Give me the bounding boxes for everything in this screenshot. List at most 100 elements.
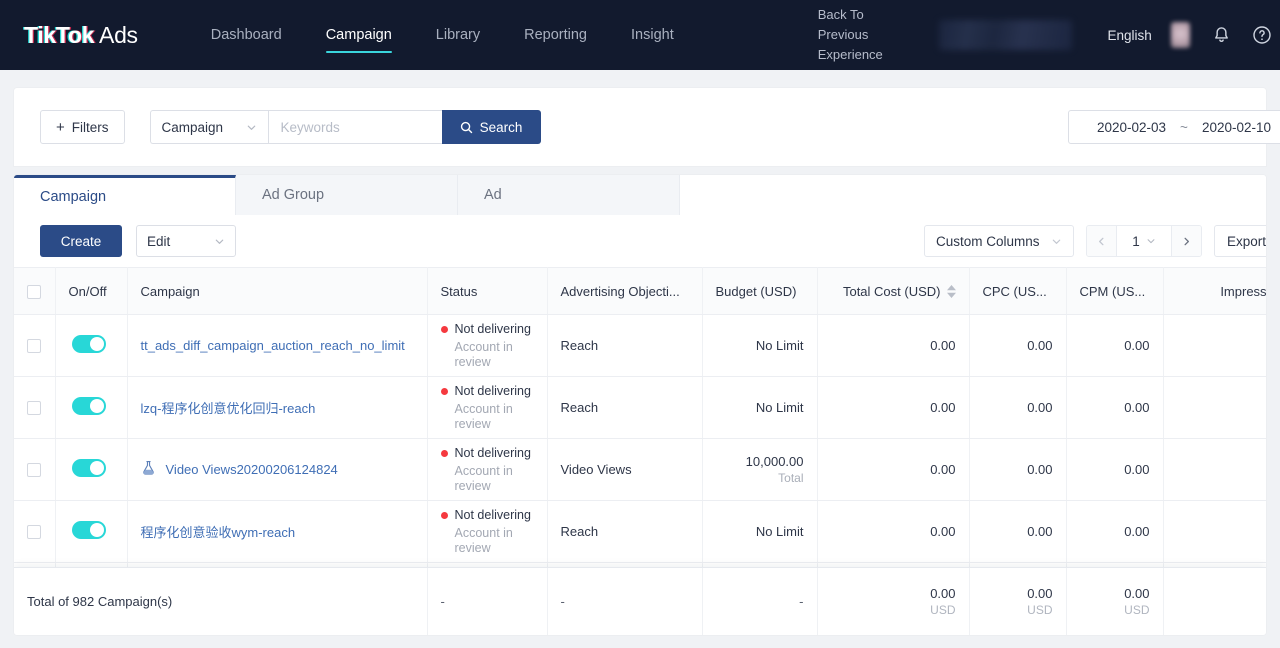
primary-nav: Dashboard Campaign Library Reporting Ins… [189, 0, 696, 70]
page-number-value: 1 [1132, 233, 1140, 249]
header-status: Status [427, 267, 548, 315]
nav-label-dashboard: Dashboard [210, 27, 282, 43]
header-status-label: Status [440, 283, 478, 299]
campaign-toggle[interactable] [71, 459, 106, 477]
filters-button[interactable]: + Filters [40, 110, 125, 144]
campaign-toggle[interactable] [71, 335, 106, 353]
campaign-name-link[interactable]: Video Views20200206124824 [166, 462, 338, 477]
custom-columns-label: Custom Columns [936, 233, 1040, 249]
row-budget-cell: 10,000.00 Total [702, 438, 818, 501]
chevron-left-icon[interactable] [1087, 226, 1117, 256]
header-total-cost[interactable]: Total Cost (USD) [817, 267, 970, 315]
table-row[interactable]: tt_ads_diff_campaign_auction_reach_no_li… [14, 314, 1266, 377]
edit-dropdown[interactable]: Edit [136, 225, 236, 257]
status-dot-icon [440, 387, 448, 395]
row-checkbox[interactable] [27, 463, 42, 478]
row-cpm-cell: 0.00 [1066, 314, 1164, 377]
campaign-toggle[interactable] [71, 397, 106, 415]
entity-tabs: Campaign Ad Group Ad [14, 175, 1266, 215]
account-selector[interactable] [938, 20, 1073, 50]
row-cpc-cell: 0.00 [969, 314, 1067, 377]
search-type-value: Campaign [161, 119, 224, 135]
row-select-cell[interactable] [14, 314, 56, 377]
row-impressions-cell: 0 [1163, 438, 1266, 501]
table-toolbar-right: Custom Columns 1 Export [924, 215, 1266, 267]
header-impressions-label: Impressio... [1220, 283, 1266, 299]
tab-campaign-label: Campaign [40, 188, 107, 205]
search-type-select[interactable]: Campaign [149, 110, 268, 144]
table-row[interactable]: Video Views20200206124824 Not delivering… [14, 438, 1266, 501]
create-button[interactable]: Create [40, 225, 122, 257]
header-impressions[interactable]: Impressio... [1163, 267, 1266, 315]
date-range-separator: ~ [1180, 119, 1188, 135]
campaign-name-link[interactable]: tt_ads_diff_campaign_auction_reach_no_li… [141, 338, 405, 353]
row-select-cell[interactable] [14, 376, 56, 439]
totals-impressions: 0 [1163, 568, 1266, 635]
tab-ad[interactable]: Ad [458, 175, 680, 215]
status-text: Not delivering [454, 383, 531, 398]
status-text: Not delivering [454, 445, 531, 460]
search-input[interactable] [267, 110, 442, 144]
totals-status-value: - [440, 594, 445, 609]
row-objective-cell: Reach [547, 376, 703, 439]
campaign-name-link[interactable]: 程序化创意验收wym-reach [141, 522, 296, 541]
totals-total-cost-value: 0.00 [930, 586, 956, 601]
totals-status: - [427, 568, 548, 635]
row-onoff-cell[interactable] [55, 376, 128, 439]
chevron-right-icon[interactable] [1171, 226, 1201, 256]
row-onoff-cell[interactable] [55, 438, 128, 501]
totals-objective: - [547, 568, 703, 635]
row-total-cost-cell: 0.00 [817, 438, 970, 501]
back-to-previous-experience-link[interactable]: Back To Previous Experience [818, 5, 898, 65]
export-button[interactable]: Export [1214, 225, 1266, 257]
row-cpm-cell: 0.00 [1066, 500, 1164, 563]
page-number-select[interactable]: 1 [1117, 226, 1171, 256]
date-range-picker[interactable]: 2020-02-03 ~ 2020-02-10 [1068, 110, 1280, 144]
row-checkbox[interactable] [27, 401, 42, 416]
search-button[interactable]: Search [441, 110, 541, 144]
row-onoff-cell[interactable] [55, 500, 128, 563]
language-selector[interactable]: English [1107, 28, 1151, 43]
campaign-table-wrapper: On/Off Campaign Status Advertising Objec… [14, 267, 1266, 635]
row-objective-cell: Video Views [547, 438, 703, 501]
totals-cpm-unit: USD [1124, 603, 1150, 617]
sort-icon-total-cost[interactable] [946, 284, 956, 298]
select-all-checkbox[interactable] [27, 284, 41, 299]
row-checkbox[interactable] [27, 339, 42, 354]
campaign-name-link[interactable]: lzq-程序化创意优化回归-reach [141, 398, 316, 417]
row-status-cell: Not delivering Account in review [427, 314, 548, 377]
row-status-cell: Not delivering Account in review [427, 500, 548, 563]
tab-campaign[interactable]: Campaign [14, 175, 236, 215]
header-onoff-label: On/Off [68, 283, 107, 299]
row-select-cell[interactable] [14, 438, 56, 501]
nav-label-insight: Insight [631, 27, 674, 43]
top-navigation-bar: TikTok Ads Dashboard Campaign Library Re… [0, 0, 1280, 70]
nav-item-campaign[interactable]: Campaign [304, 0, 414, 70]
table-row[interactable]: 程序化创意验收wym-reach Not delivering Account … [14, 500, 1266, 563]
table-totals-bar: Total of 982 Campaign(s) - - - 0.00 USD … [14, 567, 1266, 635]
row-status-cell: Not delivering Account in review [427, 376, 548, 439]
tab-ad-group[interactable]: Ad Group [236, 175, 458, 215]
header-select-all[interactable] [14, 267, 56, 315]
nav-item-reporting[interactable]: Reporting [502, 0, 609, 70]
nav-item-dashboard[interactable]: Dashboard [189, 0, 304, 70]
row-checkbox[interactable] [27, 525, 42, 540]
row-objective-cell: Reach [547, 500, 703, 563]
header-cpm: CPM (US... [1066, 267, 1164, 315]
bell-icon[interactable] [1212, 25, 1231, 45]
tab-strip-filler [680, 175, 1266, 215]
nav-item-insight[interactable]: Insight [609, 0, 696, 70]
chevron-down-icon [1147, 239, 1155, 244]
totals-budget-value: - [799, 594, 804, 609]
row-select-cell[interactable] [14, 500, 56, 563]
header-budget-label: Budget (USD) [715, 283, 797, 299]
custom-columns-dropdown[interactable]: Custom Columns [924, 225, 1074, 257]
row-budget-cell: No Limit [702, 376, 818, 439]
avatar[interactable] [1170, 22, 1191, 48]
help-icon[interactable] [1252, 25, 1272, 45]
chevron-down-icon [247, 125, 255, 130]
campaign-toggle[interactable] [71, 521, 106, 539]
nav-item-library[interactable]: Library [414, 0, 502, 70]
row-onoff-cell[interactable] [55, 314, 128, 377]
table-row[interactable]: lzq-程序化创意优化回归-reach Not delivering Accou… [14, 376, 1266, 439]
